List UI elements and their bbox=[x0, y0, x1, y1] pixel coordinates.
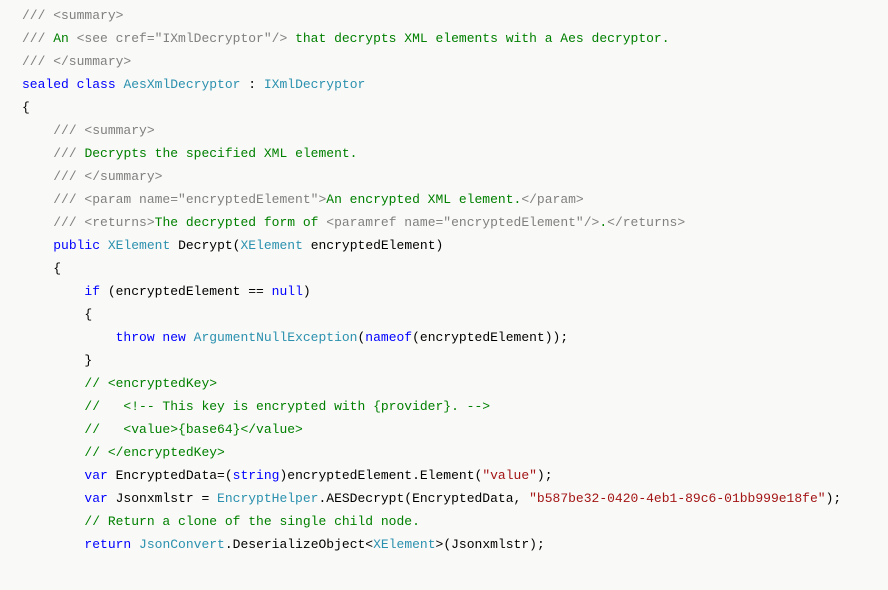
code-token: IXmlDecryptor bbox=[264, 77, 365, 92]
code-token: that decrypts XML elements with a Aes de… bbox=[287, 31, 669, 46]
code-token: // </encryptedKey> bbox=[84, 445, 224, 460]
code-line: var EncryptedData=(string)encryptedEleme… bbox=[22, 464, 888, 487]
code-token: )encryptedElement.Element( bbox=[279, 468, 482, 483]
code-token: Decrypts the specified XML element. bbox=[84, 146, 357, 161]
code-line: // </encryptedKey> bbox=[22, 441, 888, 464]
code-token: AesXmlDecryptor bbox=[123, 77, 240, 92]
code-token bbox=[100, 238, 108, 253]
code-token: >(Jsonxmlstr); bbox=[436, 537, 545, 552]
code-token: /// <param name="encryptedElement"> bbox=[53, 192, 326, 207]
code-token: .AESDecrypt(EncryptedData, bbox=[318, 491, 529, 506]
code-line: public XElement Decrypt(XElement encrypt… bbox=[22, 234, 888, 257]
code-token: public bbox=[53, 238, 100, 253]
code-token: var bbox=[84, 491, 107, 506]
code-token: /// </summary> bbox=[53, 169, 162, 184]
code-line: // <!-- This key is encrypted with {prov… bbox=[22, 395, 888, 418]
code-token: /// <summary> bbox=[53, 123, 154, 138]
code-token: // <!-- This key is encrypted with {prov… bbox=[84, 399, 490, 414]
code-token: /// bbox=[53, 146, 84, 161]
code-token: // Return a clone of the single child no… bbox=[84, 514, 419, 529]
code-token: (encryptedElement == bbox=[100, 284, 272, 299]
code-token: encryptedElement) bbox=[303, 238, 443, 253]
code-line: /// </summary> bbox=[22, 165, 888, 188]
code-token: EncryptedData=( bbox=[108, 468, 233, 483]
code-token: Jsonxmlstr = bbox=[108, 491, 217, 506]
code-token: } bbox=[84, 353, 92, 368]
code-token: Decrypt( bbox=[170, 238, 240, 253]
code-token: EncryptHelper bbox=[217, 491, 318, 506]
code-token: JsonConvert bbox=[139, 537, 225, 552]
code-token bbox=[186, 330, 194, 345]
code-line: /// <summary> bbox=[22, 4, 888, 27]
code-line: throw new ArgumentNullException(nameof(e… bbox=[22, 326, 888, 349]
code-token: "value" bbox=[482, 468, 537, 483]
code-token: string bbox=[233, 468, 280, 483]
code-token: . bbox=[599, 215, 607, 230]
code-token: .DeserializeObject< bbox=[225, 537, 373, 552]
code-token: { bbox=[84, 307, 92, 322]
code-token: /// <summary> bbox=[22, 8, 123, 23]
code-token: </returns> bbox=[607, 215, 685, 230]
code-token: ) bbox=[303, 284, 311, 299]
code-line: sealed class AesXmlDecryptor : IXmlDecry… bbox=[22, 73, 888, 96]
code-line: /// </summary> bbox=[22, 50, 888, 73]
code-token: "b587be32-0420-4eb1-89c6-01bb999e18fe" bbox=[529, 491, 825, 506]
code-line: { bbox=[22, 303, 888, 326]
code-line: /// An <see cref="IXmlDecryptor"/> that … bbox=[22, 27, 888, 50]
code-block: /// <summary> /// An <see cref="IXmlDecry… bbox=[0, 0, 888, 556]
code-line: var Jsonxmlstr = EncryptHelper.AESDecryp… bbox=[22, 487, 888, 510]
code-token: nameof bbox=[365, 330, 412, 345]
code-token bbox=[131, 537, 139, 552]
code-token: : bbox=[240, 77, 263, 92]
code-token: sealed class bbox=[22, 77, 116, 92]
code-line: return JsonConvert.DeserializeObject<XEl… bbox=[22, 533, 888, 556]
code-line: // <encryptedKey> bbox=[22, 372, 888, 395]
code-token: <paramref name="encryptedElement"/> bbox=[326, 215, 599, 230]
code-token: <see cref="IXmlDecryptor"/> bbox=[77, 31, 288, 46]
code-token: // <value>{base64}</value> bbox=[84, 422, 302, 437]
code-token: { bbox=[22, 100, 30, 115]
code-token: An encrypted XML element. bbox=[326, 192, 521, 207]
code-token: /// bbox=[22, 31, 53, 46]
code-line: /// <summary> bbox=[22, 119, 888, 142]
code-token: ArgumentNullException bbox=[194, 330, 358, 345]
code-token: ); bbox=[537, 468, 553, 483]
code-line: if (encryptedElement == null) bbox=[22, 280, 888, 303]
code-line: /// <param name="encryptedElement">An en… bbox=[22, 188, 888, 211]
code-line: } bbox=[22, 349, 888, 372]
code-token: var bbox=[84, 468, 107, 483]
code-token: /// </summary> bbox=[22, 54, 131, 69]
code-line: /// Decrypts the specified XML element. bbox=[22, 142, 888, 165]
code-token: throw new bbox=[116, 330, 186, 345]
code-token: XElement bbox=[108, 238, 170, 253]
code-token: // <encryptedKey> bbox=[84, 376, 217, 391]
code-token: An bbox=[53, 31, 76, 46]
code-line: // <value>{base64}</value> bbox=[22, 418, 888, 441]
code-token: if bbox=[84, 284, 100, 299]
code-line: /// <returns>The decrypted form of <para… bbox=[22, 211, 888, 234]
code-line: // Return a clone of the single child no… bbox=[22, 510, 888, 533]
code-token: (encryptedElement)); bbox=[412, 330, 568, 345]
code-token: null bbox=[272, 284, 303, 299]
code-token: return bbox=[84, 537, 131, 552]
code-token: /// <returns> bbox=[53, 215, 154, 230]
code-token: The decrypted form of bbox=[155, 215, 327, 230]
code-token: { bbox=[53, 261, 61, 276]
code-token: </param> bbox=[521, 192, 583, 207]
code-line: { bbox=[22, 96, 888, 119]
code-token: XElement bbox=[240, 238, 302, 253]
code-token: XElement bbox=[373, 537, 435, 552]
code-line: { bbox=[22, 257, 888, 280]
code-token: ); bbox=[826, 491, 842, 506]
